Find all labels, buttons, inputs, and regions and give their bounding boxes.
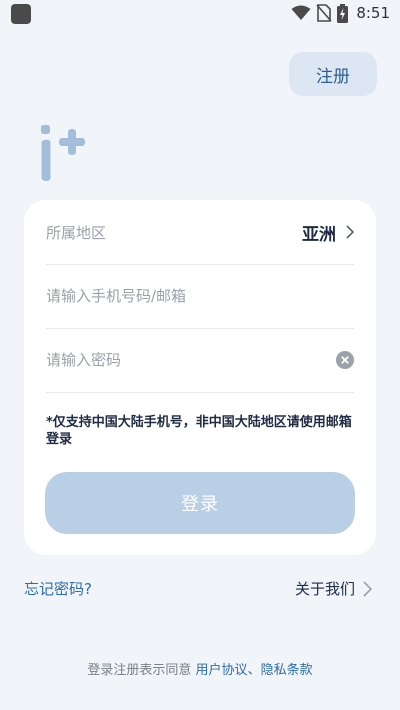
- wifi-icon: [291, 5, 311, 20]
- forgot-password-link[interactable]: 忘记密码?: [24, 578, 92, 599]
- status-time: 8:51: [356, 4, 390, 22]
- status-icons: 8:51: [291, 2, 390, 24]
- privacy-policy-link[interactable]: 隐私条款: [261, 663, 313, 678]
- chevron-right-icon: [346, 225, 354, 239]
- region-value: 亚洲: [302, 224, 336, 245]
- login-card: 所属地区 亚洲 *仅支持中国大陆手机号，非中国大陆地区请使用邮箱登录 登录: [24, 200, 376, 555]
- password-input[interactable]: [46, 351, 326, 369]
- agreement-text: 登录注册表示同意 用户协议、隐私条款: [0, 659, 400, 678]
- no-sim-icon: [316, 4, 332, 22]
- about-us-label: 关于我们: [294, 580, 355, 598]
- clear-icon[interactable]: [336, 351, 354, 369]
- phone-support-notice: *仅支持中国大陆手机号，非中国大陆地区请使用邮箱登录: [46, 415, 352, 447]
- chevron-right-icon: [363, 580, 372, 597]
- app-notification-icon: [11, 4, 31, 24]
- region-selector[interactable]: 所属地区 亚洲: [46, 200, 354, 265]
- register-button[interactable]: 注册: [289, 52, 377, 96]
- app-logo-icon: [41, 125, 85, 181]
- battery-charging-icon: [337, 3, 349, 23]
- user-agreement-link[interactable]: 用户协议: [196, 663, 248, 678]
- password-row: [46, 328, 354, 393]
- about-us-link[interactable]: 关于我们: [295, 578, 372, 599]
- status-bar: 8:51: [0, 0, 400, 26]
- agreement-prefix: 登录注册表示同意: [87, 663, 196, 678]
- region-label: 所属地区: [46, 223, 107, 242]
- login-button[interactable]: 登录: [45, 472, 355, 534]
- account-input[interactable]: [46, 287, 326, 305]
- agreement-separator: 、: [247, 663, 261, 678]
- account-row: [46, 264, 354, 329]
